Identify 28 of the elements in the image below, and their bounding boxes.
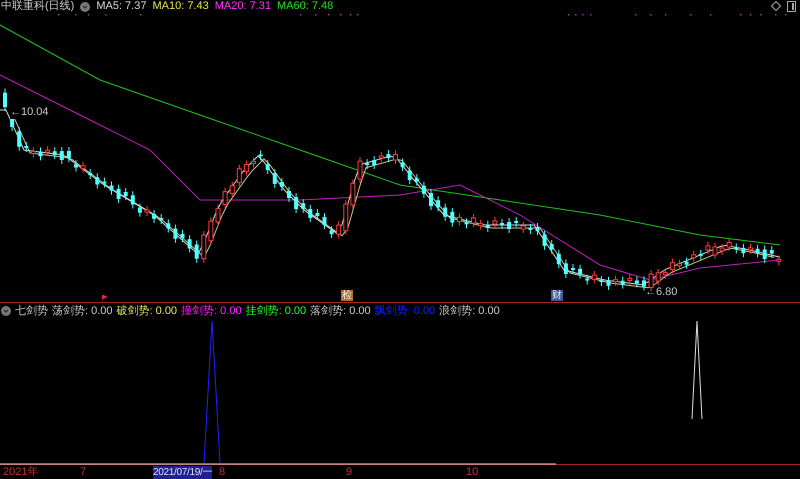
axis-label: 2021年 xyxy=(3,466,38,479)
moving-average-label: MA20: 7.31 xyxy=(214,0,271,13)
high-price-label: ←10.04 xyxy=(10,106,49,119)
diamond-icon[interactable] xyxy=(771,1,781,11)
settings-icon[interactable] xyxy=(1,306,11,316)
axis-label: 10 xyxy=(466,466,478,479)
indicator-value: 飘剑势: 0.00 xyxy=(374,304,436,318)
event-marker[interactable]: 财 xyxy=(551,290,563,301)
indicator-name: 七剑势 xyxy=(15,304,48,318)
panel-icon[interactable] xyxy=(787,1,796,12)
indicator-value: 落剑势: 0.00 xyxy=(310,304,371,318)
indicator-value: 浪剑势: 0.00 xyxy=(439,304,500,318)
event-marker[interactable]: 检 xyxy=(341,290,353,301)
axis-label: 7 xyxy=(80,466,86,479)
axis-label: 8 xyxy=(219,466,226,479)
axis-label: 9 xyxy=(346,466,352,479)
flag-icon xyxy=(102,295,107,301)
low-price-label: ←6.80 xyxy=(645,286,678,299)
chart-title: 中联重科(日线) xyxy=(1,0,74,13)
indicator-value: 荡剑势: 0.00 xyxy=(52,304,113,318)
indicator-value: 挂剑势: 0.00 xyxy=(246,304,306,318)
settings-icon[interactable] xyxy=(80,2,90,12)
cursor-date-label: 2021/07/19/一 xyxy=(153,466,212,479)
moving-average-label: MA10: 7.43 xyxy=(152,0,209,13)
indicator-value: 撞剑势: 0.00 xyxy=(181,304,242,318)
indicator-value: 破剑势: 0.00 xyxy=(116,304,178,318)
moving-average-label: MA60: 7.48 xyxy=(277,0,334,13)
moving-average-label: MA5: 7.37 xyxy=(96,0,146,13)
